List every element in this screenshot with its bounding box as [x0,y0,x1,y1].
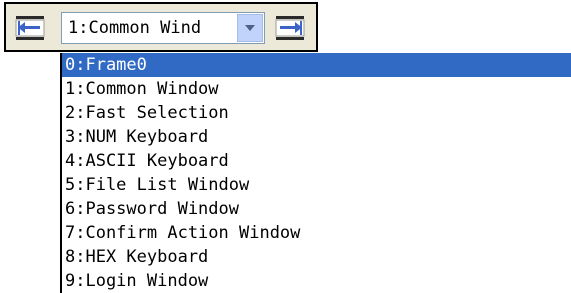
dropdown-option[interactable]: 5:File List Window [62,173,571,197]
next-window-button[interactable] [275,15,305,41]
dropdown-option[interactable]: 4:ASCII Keyboard [62,149,571,173]
dropdown-option[interactable]: 0:Frame0 [62,53,571,77]
dropdown-option[interactable]: 7:Confirm Action Window [62,221,571,245]
chevron-down-icon [245,25,255,31]
combo-current-value: 1:Common Wind [68,18,202,38]
dropdown-option[interactable]: 1:Common Window [62,77,571,101]
dropdown-toggle-button[interactable] [237,14,263,42]
dropdown-option[interactable]: 3:NUM Keyboard [62,125,571,149]
arrow-right-icon [275,16,305,40]
dropdown-option[interactable]: 6:Password Window [62,197,571,221]
window-select-combobox[interactable]: 1:Common Wind [61,12,265,44]
arrow-left-icon [15,16,45,40]
window-dropdown-list: 0:Frame0 1:Common Window 2:Fast Selectio… [60,53,571,293]
dropdown-option[interactable]: 9:Login Window [62,269,571,293]
dropdown-option[interactable]: 2:Fast Selection [62,101,571,125]
window-selector-toolbar: 1:Common Wind [4,2,318,52]
dropdown-option[interactable]: 8:HEX Keyboard [62,245,571,269]
previous-window-button[interactable] [15,15,45,41]
